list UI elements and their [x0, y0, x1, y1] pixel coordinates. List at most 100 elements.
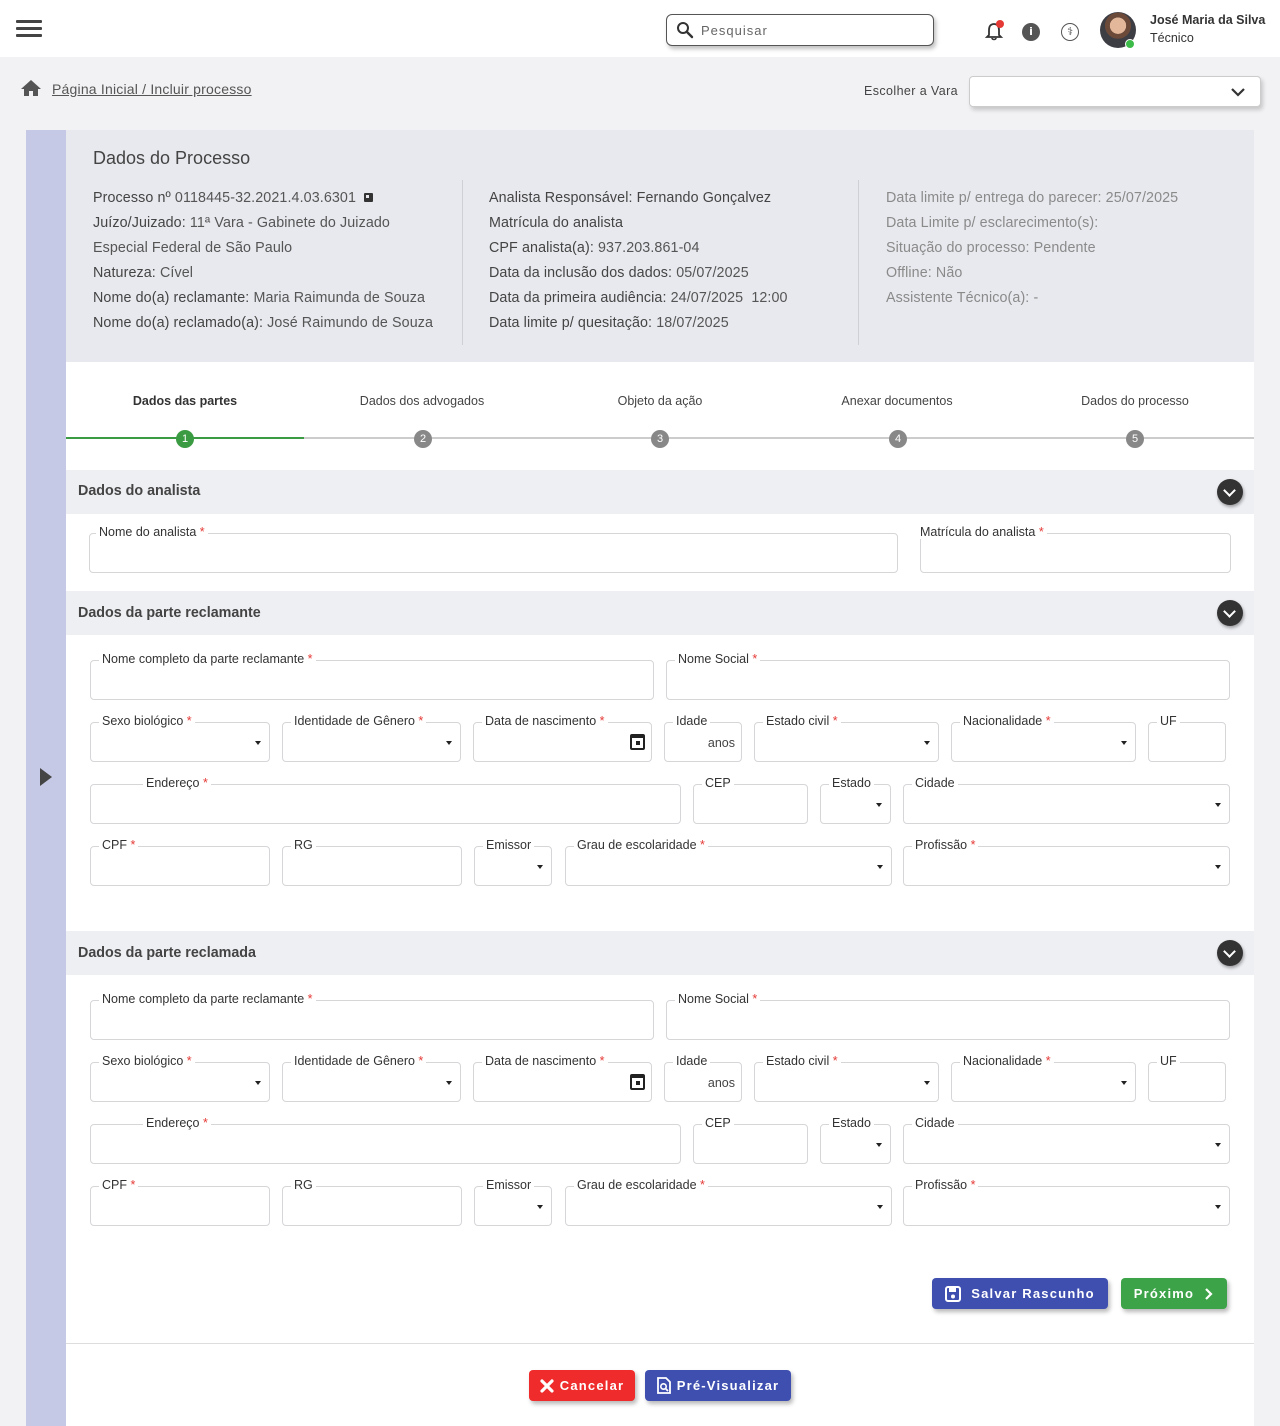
info-label: Matrícula do analista: [489, 215, 624, 231]
bell-icon[interactable]: [984, 20, 1006, 42]
field-label: UF: [1157, 714, 1180, 728]
step-number[interactable]: 3: [651, 430, 669, 448]
info-value: Pendente: [1033, 240, 1096, 256]
info-label: CPF analista(a):: [489, 240, 594, 256]
preview-document-icon: [656, 1377, 671, 1394]
reclamante-sexo-field[interactable]: [90, 722, 270, 762]
reclamada-cep-field[interactable]: [693, 1124, 808, 1164]
reclamante-cidade-field[interactable]: [903, 784, 1230, 824]
reclamada-cpf-field[interactable]: [90, 1186, 270, 1226]
expand-panel-icon[interactable]: [40, 768, 52, 786]
vara-select[interactable]: [969, 76, 1261, 107]
next-button[interactable]: Próximo: [1121, 1278, 1227, 1309]
reclamante-nome-social-field[interactable]: [666, 660, 1230, 700]
step-number[interactable]: 2: [414, 430, 432, 448]
save-icon: [945, 1285, 962, 1302]
reclamante-escolaridade-field[interactable]: [565, 846, 892, 886]
info-label: Data limite p/ entrega do parecer:: [886, 190, 1102, 206]
nome-analista-field[interactable]: [89, 533, 898, 573]
info-label: Nome do(a) reclamante:: [93, 290, 250, 306]
reclamada-cidade-field[interactable]: [903, 1124, 1230, 1164]
reclamante-endereco-field[interactable]: [90, 784, 681, 824]
collapse-icon[interactable]: [1217, 479, 1243, 505]
info-icon[interactable]: i: [1022, 23, 1040, 41]
reclamada-idade-field[interactable]: anos: [664, 1062, 742, 1102]
field-label: Profissão *: [912, 1178, 979, 1192]
step-number[interactable]: 5: [1126, 430, 1144, 448]
calendar-icon[interactable]: [630, 1074, 645, 1090]
reclamante-nascimento-field[interactable]: [473, 722, 652, 762]
reclamada-nascimento-field[interactable]: [473, 1062, 652, 1102]
dropdown-caret-icon: [537, 865, 543, 869]
reclamante-rg-field[interactable]: [282, 846, 462, 886]
reclamada-escolaridade-field[interactable]: [565, 1186, 892, 1226]
reclamada-uf-field[interactable]: [1148, 1062, 1226, 1102]
step-dados-partes[interactable]: Dados das partes: [85, 394, 285, 408]
info-label: Data Limite p/ esclarecimento(s):: [886, 215, 1099, 231]
reclamada-estado-field[interactable]: [820, 1124, 891, 1164]
reclamante-profissao-field[interactable]: [903, 846, 1230, 886]
reclamada-profissao-field[interactable]: [903, 1186, 1230, 1226]
step-number[interactable]: 1: [176, 430, 194, 448]
step-dados-processo[interactable]: Dados do processo: [1035, 394, 1235, 408]
reclamada-nome-field[interactable]: [90, 1000, 654, 1040]
reclamante-estado-civil-field[interactable]: [754, 722, 939, 762]
step-objeto-acao[interactable]: Objeto da ação: [560, 394, 760, 408]
reclamante-cpf-field[interactable]: [90, 846, 270, 886]
collapse-icon[interactable]: [1217, 600, 1243, 626]
reclamante-emissor-field[interactable]: [474, 846, 552, 886]
save-draft-button[interactable]: Salvar Rascunho: [932, 1278, 1108, 1309]
field-label: Estado civil *: [763, 1054, 841, 1068]
reclamada-emissor-field[interactable]: [474, 1186, 552, 1226]
info-value: Especial Federal de São Paulo: [93, 240, 293, 256]
user-role: Técnico: [1150, 31, 1194, 45]
info-value: -: [1033, 290, 1039, 306]
dropdown-caret-icon: [255, 1081, 261, 1085]
reclamante-nacionalidade-field[interactable]: [951, 722, 1136, 762]
reclamante-estado-field[interactable]: [820, 784, 891, 824]
reclamante-identidade-field[interactable]: [282, 722, 461, 762]
field-label: Endereço *: [143, 1116, 211, 1130]
reclamada-estado-civil-field[interactable]: [754, 1062, 939, 1102]
reclamada-rg-field[interactable]: [282, 1186, 462, 1226]
info-value: Não: [935, 265, 963, 281]
reclamante-nome-field[interactable]: [90, 660, 654, 700]
age-unit: anos: [707, 1076, 735, 1090]
reclamada-nome-social-field[interactable]: [666, 1000, 1230, 1040]
dropdown-caret-icon: [446, 1081, 452, 1085]
info-label: Data limite p/ quesitação:: [489, 315, 653, 331]
menu-icon[interactable]: [16, 20, 42, 38]
field-label: Estado civil *: [763, 714, 841, 728]
reclamante-idade-field[interactable]: anos: [664, 722, 742, 762]
dropdown-caret-icon: [1215, 803, 1221, 807]
matricula-analista-field[interactable]: [920, 533, 1231, 573]
calendar-icon[interactable]: [630, 734, 645, 750]
dropdown-caret-icon: [876, 1143, 882, 1147]
cancel-button[interactable]: Cancelar: [529, 1370, 635, 1401]
preview-button[interactable]: Pré-Visualizar: [645, 1370, 791, 1401]
field-label: Nacionalidade *: [960, 714, 1054, 728]
dropdown-caret-icon: [877, 1205, 883, 1209]
step-number[interactable]: 4: [889, 430, 907, 448]
step-anexar-documentos[interactable]: Anexar documentos: [797, 394, 997, 408]
collapse-icon[interactable]: [1217, 940, 1243, 966]
section-analista[interactable]: [66, 470, 1254, 514]
search-input[interactable]: [701, 21, 921, 39]
reclamada-endereco-field[interactable]: [90, 1124, 681, 1164]
home-icon[interactable]: [20, 78, 42, 98]
copy-icon[interactable]: [364, 193, 374, 202]
breadcrumb[interactable]: Página Inicial / Incluir processo: [52, 81, 252, 97]
step-dados-advogados[interactable]: Dados dos advogados: [322, 394, 522, 408]
reclamante-cep-field[interactable]: [693, 784, 808, 824]
reclamada-identidade-field[interactable]: [282, 1062, 461, 1102]
accessibility-icon[interactable]: ⚕: [1061, 23, 1079, 41]
info-value: 24/07/2025 12:00: [670, 290, 788, 306]
search-box[interactable]: [666, 14, 934, 46]
reclamada-sexo-field[interactable]: [90, 1062, 270, 1102]
field-label: Grau de escolaridade *: [574, 1178, 708, 1192]
dropdown-caret-icon: [1215, 1205, 1221, 1209]
field-label: Nome Social *: [675, 992, 761, 1006]
reclamada-nacionalidade-field[interactable]: [951, 1062, 1136, 1102]
field-label: Endereço *: [143, 776, 211, 790]
reclamante-uf-field[interactable]: [1148, 722, 1226, 762]
